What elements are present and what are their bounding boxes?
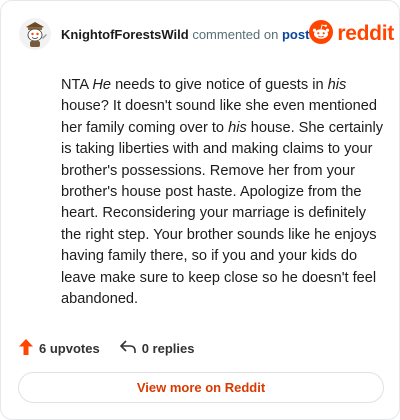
action-text: commented on	[192, 26, 279, 42]
reply-arrow-icon	[119, 340, 136, 357]
comment-emphasis-text: his	[327, 77, 347, 93]
comment-body: NTA He needs to give notice of guests in…	[61, 75, 386, 310]
post-link[interactable]: post	[282, 27, 309, 42]
reddit-logo-icon	[309, 19, 334, 49]
comment-text: house. She certainly is taking liberties…	[61, 119, 384, 308]
comment-text: needs to give notice of guests in	[111, 77, 328, 93]
comment-emphasis-text: his	[228, 119, 247, 136]
reddit-wordmark: reddit	[337, 22, 394, 45]
upvote-button[interactable]: 6 upvotes	[19, 339, 100, 358]
reply-count: 0 replies	[141, 341, 195, 356]
upvote-count: 6 upvotes	[39, 341, 100, 356]
reddit-brand[interactable]: reddit	[309, 19, 394, 49]
comment-emphasis-text: He	[92, 77, 112, 93]
reply-button[interactable]: 0 replies	[119, 340, 195, 357]
username-link[interactable]: KnightofForestsWild	[61, 27, 189, 42]
user-avatar[interactable]	[19, 18, 51, 50]
upvote-arrow-icon	[19, 339, 33, 358]
comment-card: KnightofForestsWild commented on post re…	[0, 0, 400, 420]
comment-text: NTA	[61, 77, 93, 93]
comment-footer: 6 upvotes 0 replies	[19, 339, 194, 358]
comment-meta: KnightofForestsWild commented on post	[61, 27, 309, 42]
view-more-button[interactable]: View more on Reddit	[18, 372, 384, 403]
comment-header: KnightofForestsWild commented on post re…	[19, 17, 394, 51]
